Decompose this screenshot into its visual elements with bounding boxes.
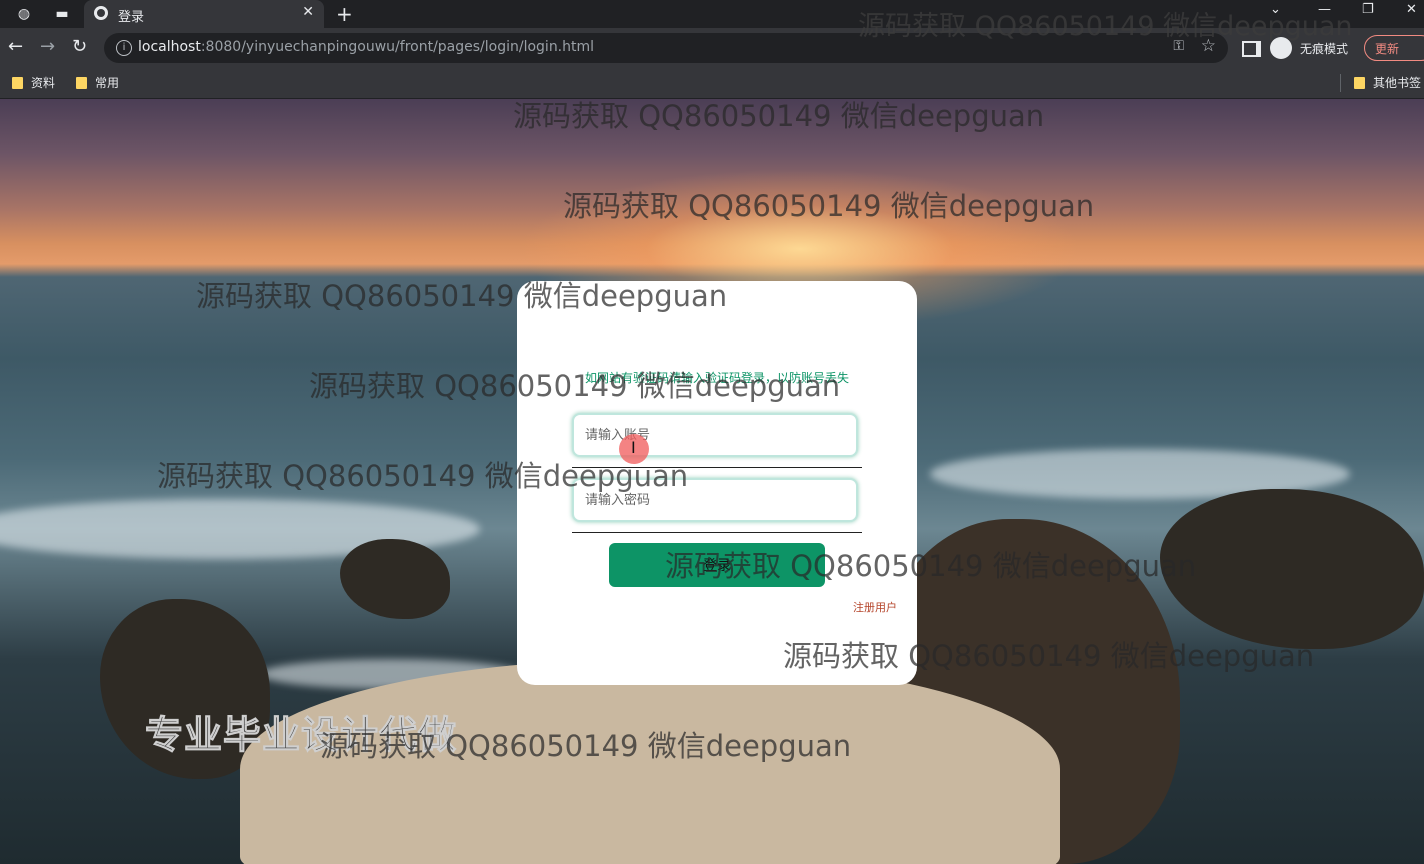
other-bookmarks-folder[interactable]: 其他书签	[1354, 74, 1421, 91]
maximize-icon[interactable]: ❐	[1362, 2, 1374, 17]
tab-search-icon[interactable]: ⌄	[1270, 2, 1281, 17]
side-panel-icon[interactable]	[1242, 41, 1261, 57]
new-tab-button[interactable]: +	[336, 2, 353, 26]
tab-title: 登录	[118, 10, 145, 25]
rock	[340, 539, 450, 619]
url-host: localhost	[138, 39, 201, 55]
watermark-text: 源码获取 QQ86050149 微信deepguan	[513, 99, 1045, 133]
folder-icon	[1354, 77, 1365, 89]
other-bookmarks-label: 其他书签	[1373, 76, 1422, 90]
forward-icon[interactable]: →	[40, 37, 55, 57]
address-bar[interactable]: i localhost:8080/yinyuechanpingouwu/fron…	[104, 33, 1228, 63]
url-path: :8080/yinyuechanpingouwu/front/pages/log…	[200, 39, 595, 55]
favicon-icon	[94, 6, 108, 20]
tab-login[interactable]: 登录 ✕	[84, 0, 324, 28]
back-icon[interactable]: ←	[8, 37, 23, 57]
bookmarks-bar: 资料 常用 其他书签	[0, 68, 1424, 99]
tab-group-icon[interactable]: ▬	[52, 4, 72, 24]
tab-strip: ◍ ▬ 登录 ✕ + ⌄ — ❐ ✕	[0, 0, 1424, 28]
bookmark-label: 常用	[95, 76, 120, 90]
password-input[interactable]	[572, 478, 858, 522]
password-underline	[572, 532, 862, 533]
incognito-label[interactable]: 无痕模式	[1300, 40, 1348, 57]
bookmark-folder-changyong[interactable]: 常用	[76, 74, 119, 91]
close-tab-icon[interactable]: ✕	[302, 4, 314, 20]
username-underline	[572, 467, 862, 468]
folder-icon	[76, 77, 87, 89]
bookmark-star-icon[interactable]: ☆	[1201, 36, 1216, 56]
site-info-icon[interactable]: i	[116, 40, 132, 56]
window-close-icon[interactable]: ✕	[1406, 2, 1417, 17]
reload-icon[interactable]: ↻	[72, 37, 87, 57]
browser-toolbar: ← → ↻ i localhost:8080/yinyuechanpingouw…	[0, 28, 1424, 68]
login-card: 如网站有验证码请输入验证码登录，以防账号丢失 登录 注册用户	[517, 281, 917, 685]
login-page-background: 如网站有验证码请输入验证码登录，以防账号丢失 登录 注册用户 专业毕业设计代做 …	[0, 99, 1424, 864]
watermark-text: 源码获取 QQ86050149 微信deepguan	[563, 189, 1095, 223]
bookmark-folder-ziliao[interactable]: 资料	[12, 74, 55, 91]
folder-icon	[12, 77, 23, 89]
url-text[interactable]: localhost:8080/yinyuechanpingouwu/front/…	[138, 39, 594, 55]
globe-icon[interactable]: ◍	[14, 4, 34, 24]
bookmark-label: 资料	[31, 76, 56, 90]
promo-text: 专业毕业设计代做	[144, 713, 458, 758]
bookmarks-divider	[1340, 74, 1341, 92]
password-key-icon[interactable]: ⚿	[1173, 38, 1184, 54]
text-cursor-icon: I	[631, 438, 636, 457]
rock	[1160, 489, 1424, 649]
minimize-icon[interactable]: —	[1318, 2, 1331, 17]
register-link[interactable]: 注册用户	[853, 599, 897, 615]
update-button[interactable]: 更新	[1364, 35, 1424, 61]
incognito-icon[interactable]	[1270, 37, 1292, 59]
login-notice: 如网站有验证码请输入验证码登录，以防账号丢失	[584, 371, 849, 385]
gannet-colony-rock	[240, 659, 1060, 864]
username-input[interactable]	[572, 413, 858, 457]
login-button[interactable]: 登录	[609, 543, 825, 587]
